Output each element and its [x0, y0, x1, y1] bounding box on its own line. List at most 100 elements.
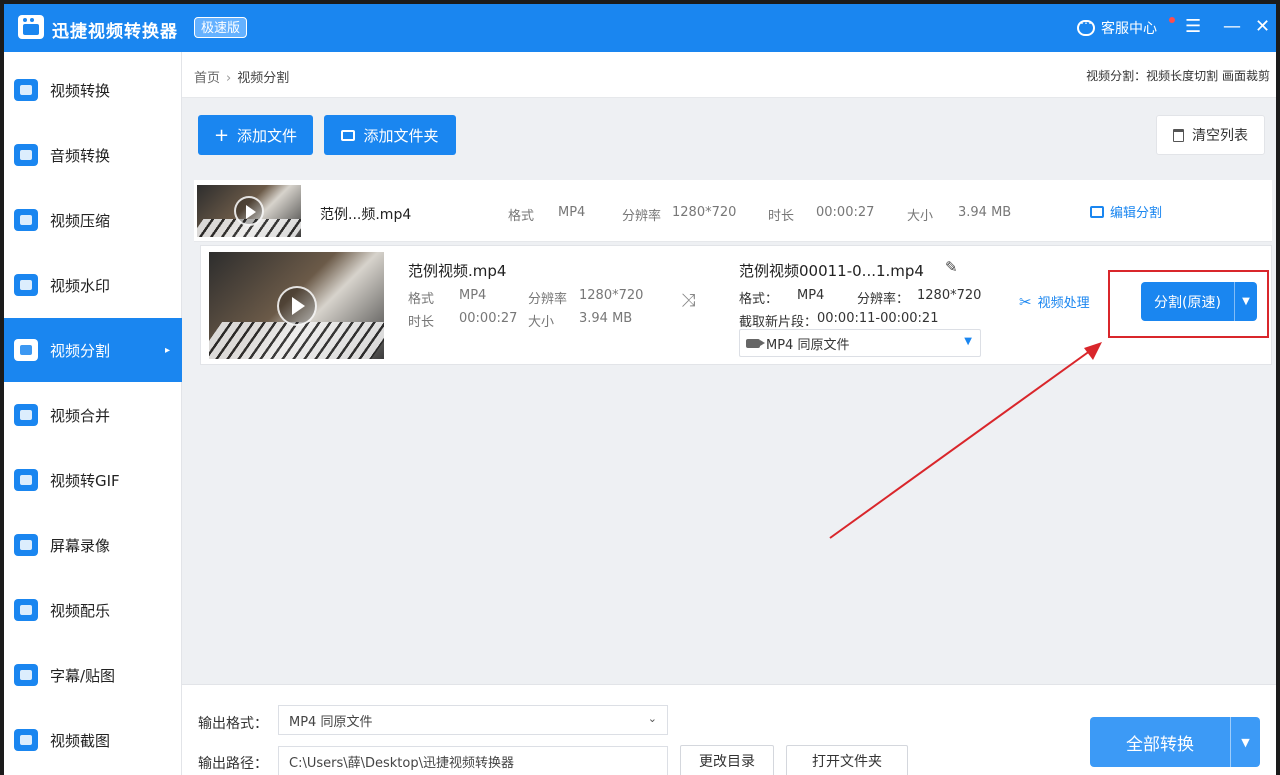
video-compress-icon [14, 209, 38, 231]
add-folder-button[interactable]: 添加文件夹 [324, 115, 456, 155]
video-music-icon [14, 599, 38, 621]
output-format-label: 格式： [739, 292, 779, 307]
edit-split-icon [1090, 205, 1104, 218]
breadcrumb-home[interactable]: 首页 [194, 71, 220, 86]
sidebar-item-screen-record[interactable]: 屏幕录像 [4, 513, 182, 577]
sidebar-item-audio-convert[interactable]: 音频转换 [4, 123, 182, 187]
sidebar-item-label: 视频水印 [50, 276, 111, 295]
file-name: 范例...频.mp4 [320, 207, 412, 223]
app-logo-icon [18, 15, 44, 39]
menu-icon[interactable]: ☰ [1185, 16, 1201, 38]
video-thumbnail[interactable] [197, 185, 301, 237]
video-process-link[interactable]: ✂ 视频处理 [1019, 292, 1090, 312]
sidebar-item-label: 视频截图 [50, 731, 111, 750]
edit-split-label: 编辑分割 [1110, 206, 1163, 221]
video-camera-icon [746, 338, 765, 348]
sidebar-item-label: 视频转GIF [50, 471, 120, 490]
format-value: MP4 [558, 205, 586, 220]
resolution-value: 1280*720 [672, 205, 737, 220]
add-file-label: 添加文件 [237, 126, 298, 145]
close-icon[interactable]: ✕ [1255, 16, 1270, 38]
sidebar-item-subtitle-sticker[interactable]: 字幕/贴图 [4, 643, 182, 707]
sidebar-item-video-merge[interactable]: 视频合并 [4, 383, 182, 447]
pencil-icon[interactable]: ✎ [945, 258, 958, 276]
sidebar-item-video-screenshot[interactable]: 视频截图 [4, 708, 182, 772]
output-path-value: C:\Users\薛\Desktop\迅捷视频转换器 [289, 755, 514, 771]
clear-list-label: 清空列表 [1192, 128, 1248, 144]
format-label: 格式 [408, 292, 435, 307]
output-path-label: 输出路径： [198, 756, 268, 772]
sidebar-item-label: 屏幕录像 [50, 536, 111, 555]
clip-range-value: 00:00:11-00:00:21 [817, 311, 939, 326]
resolution-label: 分辨率 [622, 209, 662, 224]
format-value: MP4 [459, 288, 487, 303]
format-label: 格式 [508, 209, 535, 224]
breadcrumb-current: 视频分割 [237, 71, 290, 86]
video-gif-icon [14, 469, 38, 491]
plus-icon: + [213, 124, 230, 146]
support-center-button[interactable]: 客服中心 [1077, 16, 1157, 38]
duration-value: 00:00:27 [459, 311, 518, 326]
sidebar-item-label: 视频转换 [50, 81, 111, 100]
file-row[interactable]: 范例...频.mp4 格式 MP4 分辨率 1280*720 时长 00:00:… [194, 180, 1272, 242]
sidebar-item-video-gif[interactable]: 视频转GIF [4, 448, 182, 512]
output-settings-bar: 输出格式： MP4 同原文件 ⌄ 输出路径： C:\Users\薛\Deskto… [182, 684, 1276, 775]
audio-convert-icon [14, 144, 38, 166]
output-format-value: MP4 同原文件 [289, 714, 373, 730]
sidebar-item-label: 视频配乐 [50, 601, 111, 620]
size-value: 3.94 MB [958, 205, 1012, 220]
sidebar-item-video-watermark[interactable]: 视频水印 [4, 253, 182, 317]
output-format-label: 输出格式： [198, 716, 268, 732]
open-folder-button[interactable]: 打开文件夹 [786, 745, 908, 775]
sidebar-item-video-music[interactable]: 视频配乐 [4, 578, 182, 642]
add-file-button[interactable]: + 添加文件 [198, 115, 313, 155]
convert-all-label: 全部转换 [1126, 734, 1194, 755]
video-convert-icon [14, 79, 38, 101]
duration-label: 时长 [408, 315, 435, 330]
chevron-down-icon: ⌄ [647, 712, 657, 725]
resolution-value: 1280*720 [579, 288, 644, 303]
output-file-name: 范例视频00011-0...1.mp4 [739, 262, 924, 280]
sidebar-item-video-split[interactable]: 视频分割 ▸ [4, 318, 182, 382]
feature-hint: 视频分割：视频长度切割 画面裁剪 [1086, 69, 1270, 83]
output-path-field[interactable]: C:\Users\薛\Desktop\迅捷视频转换器 [278, 746, 668, 775]
annotation-arrow [829, 342, 1102, 539]
edition-badge: 极速版 [194, 17, 248, 38]
highlight-box [1108, 270, 1269, 338]
subtitle-sticker-icon [14, 664, 38, 686]
convert-options-dropdown[interactable]: ▼ [1230, 717, 1260, 767]
sidebar-item-video-convert[interactable]: 视频转换 [4, 58, 182, 122]
sidebar-item-label: 字幕/贴图 [50, 666, 116, 685]
video-split-icon [14, 339, 38, 361]
output-resolution-value: 1280*720 [917, 288, 982, 303]
sidebar-item-label: 视频合并 [50, 406, 111, 425]
active-arrow-icon: ▸ [164, 344, 170, 356]
app-window: 迅捷视频转换器 极速版 客服中心 ☰ — ✕ 视频转换 音频转换 视频压缩 视频… [4, 4, 1276, 775]
clear-list-button[interactable]: 清空列表 [1156, 115, 1265, 155]
minimize-icon[interactable]: — [1223, 16, 1241, 38]
output-format-dropdown[interactable]: MP4 同原文件 ⌄ [278, 705, 668, 735]
sidebar-item-label: 音频转换 [50, 146, 111, 165]
video-watermark-icon [14, 274, 38, 296]
sidebar-item-label: 视频压缩 [50, 211, 111, 230]
change-directory-button[interactable]: 更改目录 [680, 745, 774, 775]
size-value: 3.94 MB [579, 311, 633, 326]
notification-dot [1169, 17, 1175, 23]
add-folder-label: 添加文件夹 [363, 126, 439, 145]
scissors-icon: ✂ [1019, 292, 1032, 311]
resolution-label: 分辨率 [528, 292, 568, 307]
video-thumbnail[interactable] [209, 252, 384, 359]
output-resolution-label: 分辨率： [857, 292, 910, 307]
output-format-value: MP4 [797, 288, 825, 303]
trash-icon [1173, 128, 1184, 142]
video-screenshot-icon [14, 729, 38, 751]
support-label: 客服中心 [1101, 21, 1157, 37]
edit-split-link[interactable]: 编辑分割 [1090, 202, 1162, 221]
size-label: 大小 [907, 209, 934, 224]
clip-range-label: 截取新片段： [739, 315, 818, 330]
play-icon[interactable] [234, 196, 264, 226]
sidebar-item-video-compress[interactable]: 视频压缩 [4, 188, 182, 252]
play-icon[interactable] [276, 285, 317, 326]
convert-all-button[interactable]: 全部转换 ▼ [1090, 717, 1260, 767]
duration-label: 时长 [768, 209, 795, 224]
